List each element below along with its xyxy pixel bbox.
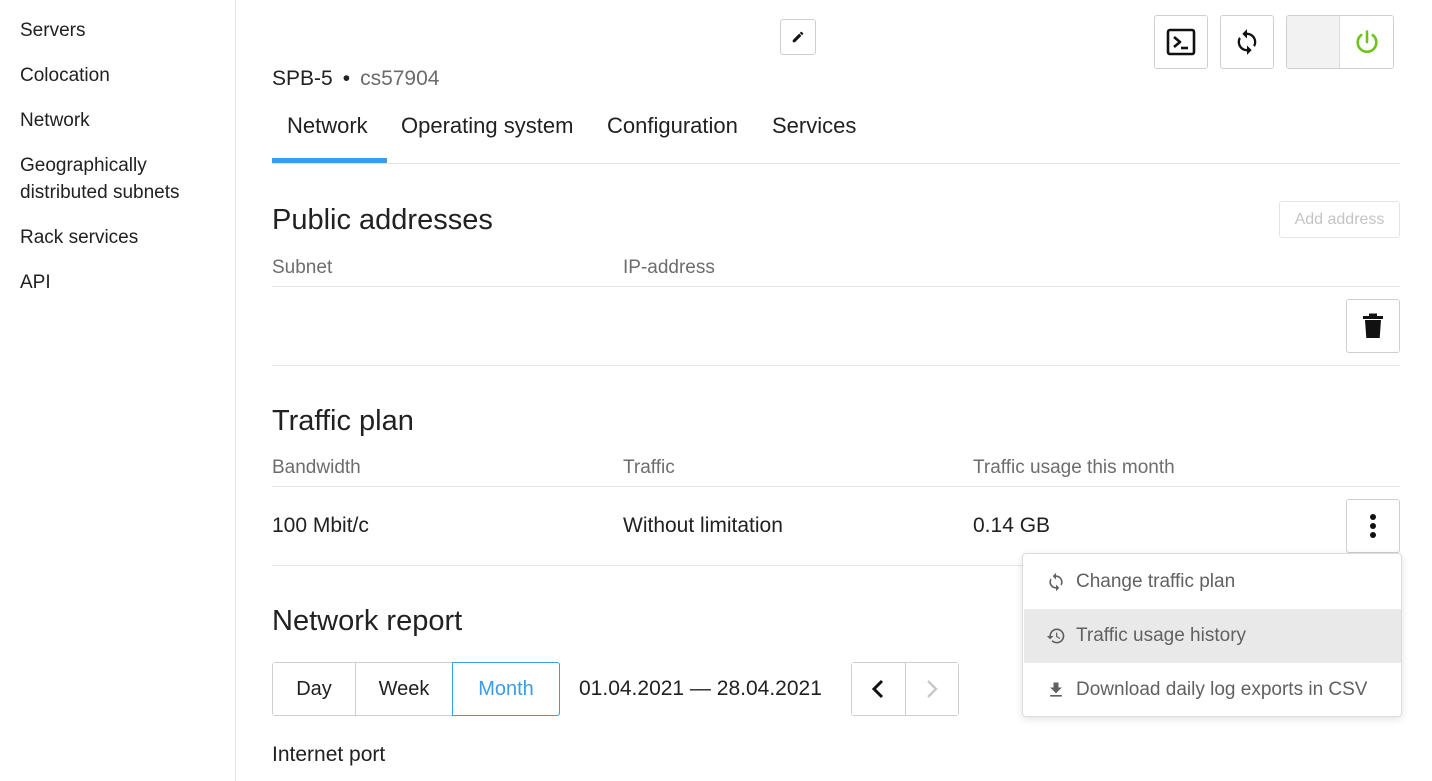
power-icon (1355, 30, 1378, 53)
power-off-segment[interactable] (1287, 16, 1341, 68)
chevron-right-icon (927, 680, 938, 698)
period-month-button[interactable]: Month (452, 662, 560, 716)
next-period-button[interactable] (904, 663, 958, 715)
sidebar-item-geo-subnets[interactable]: Geographically distributed subnets (20, 152, 190, 206)
pencil-icon (792, 31, 804, 43)
terminal-icon (1166, 28, 1196, 56)
chevron-left-icon (872, 679, 884, 699)
tab-operating-system[interactable]: Operating system (386, 104, 588, 163)
menu-item-label: Download daily log exports in CSV (1076, 679, 1368, 700)
trash-icon (1363, 313, 1383, 338)
sidebar-item-rack-services[interactable]: Rack services (20, 224, 220, 251)
reboot-button[interactable] (1220, 15, 1274, 69)
download-icon (1046, 680, 1066, 700)
network-report-title: Network report (272, 605, 463, 637)
internet-port-title: Internet port (272, 743, 386, 766)
column-header-usage: Traffic usage this month (973, 457, 1175, 478)
period-day-button[interactable]: Day (273, 663, 356, 715)
menu-item-traffic-usage-history[interactable]: Traffic usage history (1024, 609, 1401, 663)
server-location: SPB-5 (272, 67, 333, 90)
column-header-subnet: Subnet (272, 257, 333, 278)
column-header-ip-address: IP-address (623, 257, 715, 278)
traffic-value: Without limitation (623, 514, 783, 537)
menu-item-label: Change traffic plan (1076, 571, 1236, 592)
traffic-plan-title: Traffic plan (272, 405, 414, 437)
column-header-bandwidth: Bandwidth (272, 457, 361, 478)
tab-configuration[interactable]: Configuration (592, 104, 753, 163)
range-navigation (851, 662, 959, 716)
sidebar-item-servers[interactable]: Servers (20, 17, 220, 44)
traffic-options-menu: Change traffic plan Traffic usage histor… (1022, 553, 1402, 717)
divider (272, 365, 1400, 366)
menu-item-change-traffic-plan[interactable]: Change traffic plan (1024, 555, 1401, 609)
server-id: cs57904 (360, 67, 440, 90)
divider (272, 286, 1400, 287)
period-selector: Day Week Month (272, 662, 560, 716)
tab-services[interactable]: Services (757, 104, 871, 163)
sidebar: Servers Colocation Network Geographicall… (0, 0, 236, 781)
divider (272, 486, 1400, 487)
date-range: 01.04.2021 — 28.04.2021 (579, 677, 822, 700)
column-header-traffic: Traffic (623, 457, 675, 478)
refresh-icon (1046, 572, 1066, 592)
sidebar-item-network[interactable]: Network (20, 107, 220, 134)
console-button[interactable] (1154, 15, 1208, 69)
menu-item-download-csv[interactable]: Download daily log exports in CSV (1024, 663, 1401, 717)
bandwidth-value: 100 Mbit/c (272, 514, 369, 537)
delete-address-button[interactable] (1346, 299, 1400, 353)
add-address-button[interactable]: Add address (1279, 201, 1400, 238)
sidebar-item-colocation[interactable]: Colocation (20, 62, 220, 89)
traffic-options-button[interactable] (1346, 499, 1400, 553)
separator-dot: • (342, 67, 351, 90)
power-toggle[interactable] (1286, 15, 1394, 69)
more-vertical-icon (1370, 514, 1376, 538)
usage-value: 0.14 GB (973, 514, 1051, 537)
tab-network[interactable]: Network (272, 104, 387, 163)
previous-period-button[interactable] (852, 663, 905, 715)
tab-bar: Network Operating system Configuration S… (272, 104, 1400, 164)
edit-name-button[interactable] (780, 19, 816, 55)
sidebar-item-api[interactable]: API (20, 269, 220, 296)
menu-item-label: Traffic usage history (1076, 625, 1247, 646)
server-heading: SPB-5 • cs57904 (272, 65, 439, 93)
public-addresses-title: Public addresses (272, 204, 493, 236)
power-on-segment[interactable] (1340, 16, 1393, 68)
period-week-button[interactable]: Week (356, 663, 453, 715)
refresh-icon (1237, 29, 1257, 55)
history-icon (1046, 626, 1066, 646)
